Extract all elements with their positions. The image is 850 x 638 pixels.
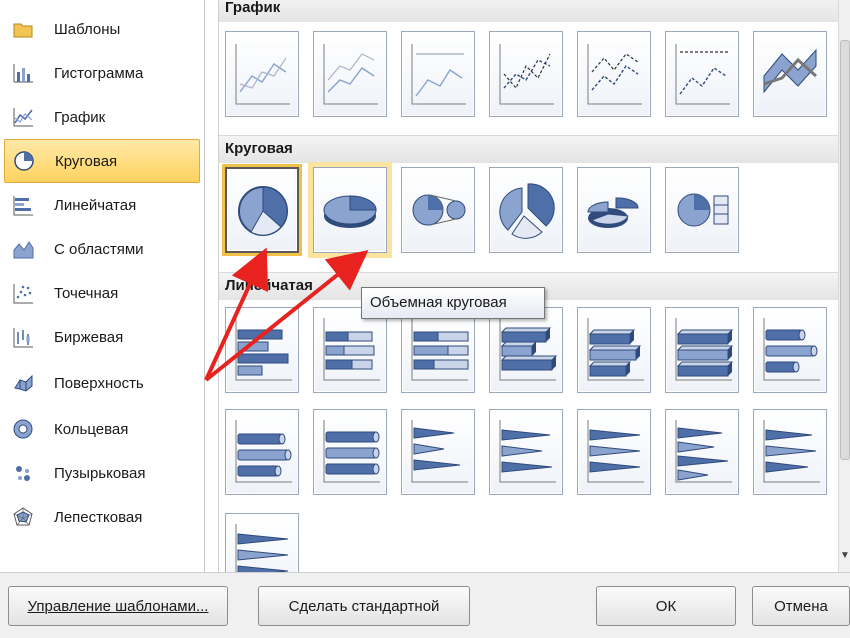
scatter-chart-icon <box>10 280 36 306</box>
tooltip: Объемная круговая <box>361 287 545 319</box>
sidebar-item-label: Кольцевая <box>54 420 129 438</box>
line-icon[interactable] <box>225 31 299 117</box>
scrollbar-thumb[interactable] <box>840 40 850 460</box>
stacked-line-icon[interactable] <box>313 31 387 117</box>
clustered-pyramid-bar-icon[interactable] <box>665 409 739 495</box>
sidebar-item-folder[interactable]: Шаблоны <box>4 7 200 51</box>
set-default-button[interactable]: Сделать стандартной <box>258 586 470 626</box>
stacked-bar-icon[interactable] <box>313 307 387 393</box>
3d-100-stacked-bar-icon[interactable] <box>665 307 739 393</box>
section-title: Круговая <box>225 140 293 157</box>
pie-of-pie-icon[interactable] <box>401 167 475 253</box>
100-stacked-cone-bar-icon[interactable] <box>577 409 651 495</box>
100-stacked-pyramid-bar-icon[interactable] <box>225 513 299 572</box>
clustered-cone-bar-icon[interactable] <box>401 409 475 495</box>
sidebar-item-label: Поверхность <box>54 374 144 392</box>
section-title: Линейчатая <box>225 277 313 294</box>
pie-icon[interactable] <box>222 164 302 256</box>
sidebar-item-label: Лепестковая <box>54 508 143 526</box>
sidebar-item-label: График <box>54 108 106 126</box>
sidebar-item-scatter-chart[interactable]: Точечная <box>4 271 200 315</box>
sidebar-item-bubble-chart[interactable]: Пузырьковая <box>4 451 200 495</box>
dialog-button-bar: Управление шаблонами... Сделать стандарт… <box>0 572 850 638</box>
ok-label: ОК <box>655 597 677 615</box>
chart-type-sidebar: Шаблоны Гистограмма График Круговая Линейчат… <box>0 0 205 572</box>
cancel-button[interactable]: Отмена <box>752 586 850 626</box>
area-chart-icon <box>10 236 36 262</box>
line-chart-icon <box>10 104 36 130</box>
section-header: Круговая <box>219 135 838 163</box>
bubble-chart-icon <box>10 460 36 486</box>
stacked-line-markers-icon[interactable] <box>577 31 651 117</box>
manage-templates-label: Управление шаблонами... <box>27 597 209 615</box>
surface-chart-icon <box>10 370 36 396</box>
sidebar-item-label: Круговая <box>55 152 118 170</box>
100-stacked-bar-icon[interactable] <box>401 307 475 393</box>
section-title: График <box>225 0 281 16</box>
sidebar-item-label: Пузырьковая <box>54 464 146 482</box>
3d-clustered-bar-icon[interactable] <box>489 307 563 393</box>
sidebar-item-label: Шаблоны <box>54 20 121 38</box>
clustered-bar-icon[interactable] <box>225 307 299 393</box>
pie-chart-icon <box>11 148 37 174</box>
tooltip-text: Объемная круговая <box>370 294 507 311</box>
sidebar-item-label: Точечная <box>54 284 119 302</box>
sidebar-item-radar-chart[interactable]: Лепестковая <box>4 495 200 539</box>
clustered-cylinder-bar-icon[interactable] <box>753 307 827 393</box>
bar-of-pie-icon[interactable] <box>665 167 739 253</box>
sidebar-item-line-chart[interactable]: График <box>4 95 200 139</box>
stacked-cylinder-bar-icon[interactable] <box>225 409 299 495</box>
100-stacked-line-markers-icon[interactable] <box>665 31 739 117</box>
scroll-down-arrow-icon[interactable]: ▼ <box>840 550 850 568</box>
sidebar-item-surface-chart[interactable]: Поверхность <box>4 361 200 405</box>
sidebar-item-area-chart[interactable]: С областями <box>4 227 200 271</box>
3d-stacked-bar-icon[interactable] <box>577 307 651 393</box>
column-chart-icon <box>10 60 36 86</box>
sidebar-item-stock-chart[interactable]: Биржевая <box>4 315 200 359</box>
folder-icon <box>10 16 36 42</box>
exploded-pie-icon[interactable] <box>489 167 563 253</box>
chart-subtype-gallery: График Круговая Линейчатая <box>218 0 838 572</box>
gallery-scrollbar[interactable]: ▼ <box>838 0 850 572</box>
sidebar-item-doughnut-chart[interactable]: Кольцевая <box>4 407 200 451</box>
sidebar-item-pie-chart[interactable]: Круговая <box>4 139 200 183</box>
line-markers-icon[interactable] <box>489 31 563 117</box>
stacked-pyramid-bar-icon[interactable] <box>753 409 827 495</box>
stock-chart-icon <box>10 324 36 350</box>
100-stacked-line-icon[interactable] <box>401 31 475 117</box>
radar-chart-icon <box>10 504 36 530</box>
sidebar-item-bar-chart[interactable]: Линейчатая <box>4 183 200 227</box>
sidebar-item-label: Гистограмма <box>54 64 144 82</box>
bar-chart-icon <box>10 192 36 218</box>
exploded-3d-pie-icon[interactable] <box>577 167 651 253</box>
sidebar-item-label: Биржевая <box>54 328 124 346</box>
cancel-label: Отмена <box>774 597 828 615</box>
stacked-cone-bar-icon[interactable] <box>489 409 563 495</box>
sidebar-item-label: Линейчатая <box>54 196 137 214</box>
doughnut-chart-icon <box>10 416 36 442</box>
3d-pie-icon[interactable] <box>308 162 392 258</box>
ok-button[interactable]: ОК <box>596 586 736 626</box>
set-default-label: Сделать стандартной <box>288 597 440 615</box>
manage-templates-button[interactable]: Управление шаблонами... <box>8 586 228 626</box>
sidebar-item-label: С областями <box>54 240 144 258</box>
100-stacked-cylinder-bar-icon[interactable] <box>313 409 387 495</box>
sidebar-item-column-chart[interactable]: Гистограмма <box>4 51 200 95</box>
3d-line-icon[interactable] <box>753 31 827 117</box>
section-header: График <box>219 0 838 22</box>
